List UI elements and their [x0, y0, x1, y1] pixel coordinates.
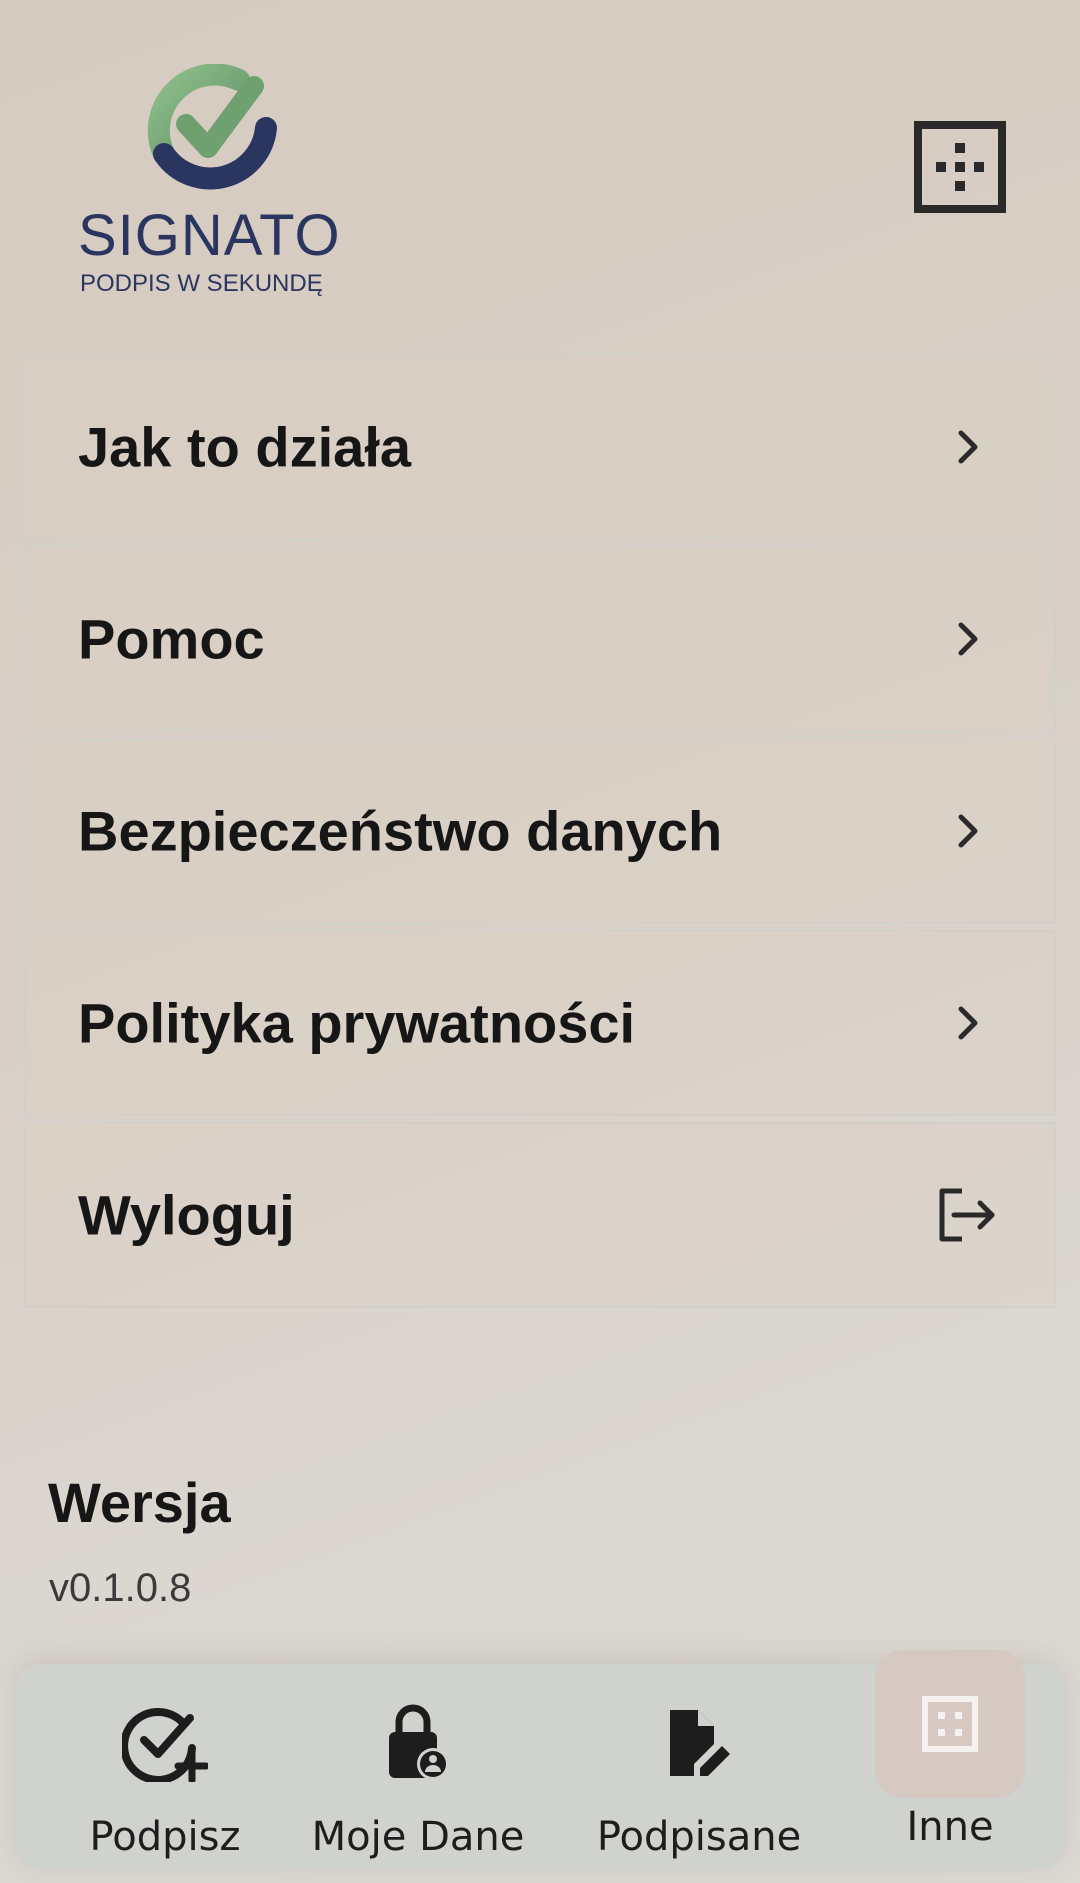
- check-circle-plus-icon: [122, 1707, 208, 1782]
- chevron-right-icon: [932, 412, 1002, 482]
- menu-item-data-security[interactable]: Bezpieczeństwo danych: [24, 738, 1056, 924]
- nav-icon-container: [90, 1686, 240, 1798]
- nav-label: Moje Dane: [311, 1814, 525, 1860]
- menu-item-label: Polityka prywatności: [78, 991, 636, 1055]
- menu-item-label: Pomoc: [78, 607, 265, 671]
- document-edit-icon: [670, 1710, 730, 1776]
- chevron-right-icon: [932, 604, 1002, 674]
- grid-dots-icon: [914, 121, 1006, 213]
- menu-item-logout[interactable]: Wyloguj: [24, 1122, 1056, 1308]
- nav-label: Podpisane: [596, 1814, 802, 1860]
- version-title: Wersja: [48, 1471, 231, 1534]
- nav-item-sign[interactable]: Podpisz: [42, 1664, 288, 1870]
- menu-item-privacy-policy[interactable]: Polityka prywatności: [24, 930, 1056, 1116]
- logo-tagline: PODPIS W SEKUNDĘ: [80, 270, 323, 297]
- menu-item-help[interactable]: Pomoc: [24, 546, 1056, 732]
- lock-user-icon: [389, 1704, 449, 1780]
- chevron-right-icon: [932, 988, 1002, 1058]
- grid-menu-button[interactable]: [914, 121, 1006, 213]
- nav-icon-container: [624, 1686, 774, 1798]
- menu-item-label: Wyloguj: [78, 1183, 295, 1247]
- menu-item-how-it-works[interactable]: Jak to działa: [24, 354, 1056, 540]
- settings-menu: Jak to działa Pomoc Bezpieczeństwo danyc…: [24, 354, 1056, 1314]
- nav-item-signed[interactable]: Podpisane: [566, 1664, 832, 1870]
- version-value: v0.1.0.8: [49, 1566, 192, 1610]
- nav-icon-container: [343, 1686, 493, 1798]
- menu-item-label: Bezpieczeństwo danych: [78, 799, 723, 863]
- nav-item-other[interactable]: Inne: [858, 1650, 1042, 1870]
- chevron-right-icon: [932, 796, 1002, 866]
- grid-dots-icon: [922, 1696, 978, 1752]
- header: SIGNATO PODPIS W SEKUNDĘ: [0, 0, 1080, 340]
- logo-name: SIGNATO: [78, 203, 341, 268]
- menu-item-label: Jak to działa: [78, 415, 412, 479]
- nav-item-my-data[interactable]: Moje Dane: [288, 1664, 548, 1870]
- bottom-navigation: Podpisz Moje Dane Podpisane Inne: [16, 1650, 1064, 1870]
- signato-logo: SIGNATO PODPIS W SEKUNDĘ: [78, 64, 348, 304]
- logout-icon: [932, 1180, 1002, 1250]
- logo-mark-icon: [147, 64, 277, 190]
- nav-label: Inne: [906, 1804, 994, 1850]
- nav-icon-container-active: [875, 1650, 1025, 1798]
- nav-label: Podpisz: [89, 1814, 241, 1860]
